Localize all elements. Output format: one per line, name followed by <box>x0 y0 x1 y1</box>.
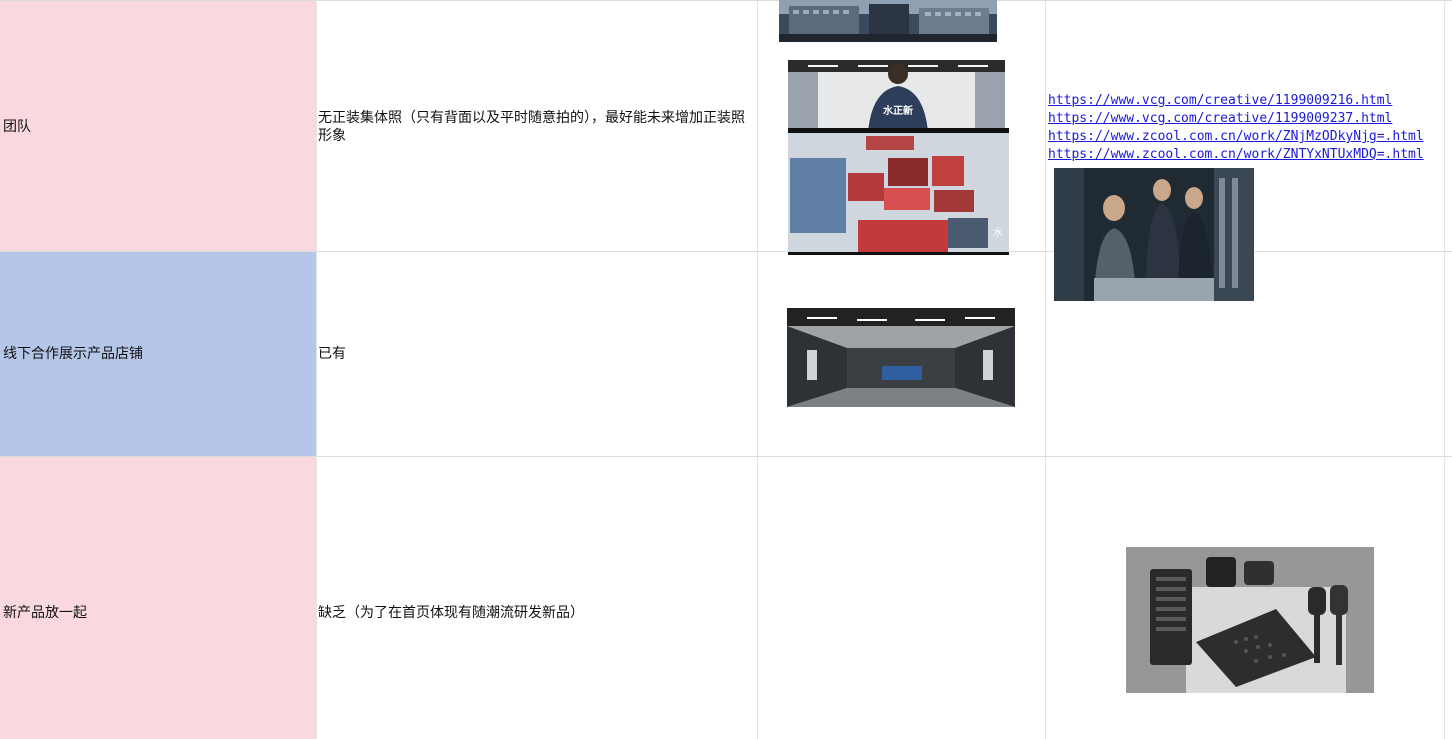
grid-line <box>1045 0 1046 739</box>
reference-link[interactable]: https://www.vcg.com/creative/1199009216.… <box>1048 92 1442 110</box>
new-products-image[interactable] <box>1126 547 1374 693</box>
team-collage-image[interactable]: 水 <box>788 128 1009 255</box>
grid-line <box>757 0 758 739</box>
team-member-back-image[interactable]: 水正新 <box>788 60 1005 132</box>
office-building-icon <box>779 0 997 42</box>
grid-line <box>316 0 317 739</box>
team-member-icon <box>788 60 1005 132</box>
business-meeting-icon <box>1054 168 1254 301</box>
row-1-label-cell[interactable] <box>0 1 316 251</box>
row-3-label: 新产品放一起 <box>3 605 87 621</box>
reference-link[interactable]: https://www.vcg.com/creative/1199009237.… <box>1048 110 1442 128</box>
reference-link[interactable]: https://www.zcool.com.cn/work/ZNjMzODkyN… <box>1048 128 1442 146</box>
spreadsheet: 团队 无正装集体照（只有背面以及平时随意拍的），最好能未来增加正装照形象 线下合… <box>0 0 1452 739</box>
row-3-status: 缺乏（为了在首页体现有随潮流研发新品） <box>318 605 584 621</box>
row-1-label: 团队 <box>3 119 31 135</box>
grid-line <box>0 456 1452 457</box>
collage-brand-text: 水 <box>993 228 1003 239</box>
grid-line <box>1444 0 1445 739</box>
showroom-image[interactable] <box>787 308 1015 407</box>
office-building-image[interactable] <box>779 0 997 42</box>
shower-products-icon <box>1126 547 1374 693</box>
team-back-logo: 水正新 <box>883 106 913 117</box>
row-3-label-cell[interactable] <box>0 457 316 739</box>
reference-link[interactable]: https://www.zcool.com.cn/work/ZNTYxNTUxM… <box>1048 146 1442 164</box>
row-2-label: 线下合作展示产品店铺 <box>3 346 143 362</box>
row-1-status: 无正装集体照（只有背面以及平时随意拍的），最好能未来增加正装照形象 <box>318 110 745 144</box>
business-meeting-image[interactable] <box>1054 168 1254 301</box>
row-2-status: 已有 <box>318 346 346 362</box>
showroom-icon <box>787 308 1015 407</box>
team-collage-icon <box>788 128 1009 255</box>
grid-line <box>0 0 1452 1</box>
